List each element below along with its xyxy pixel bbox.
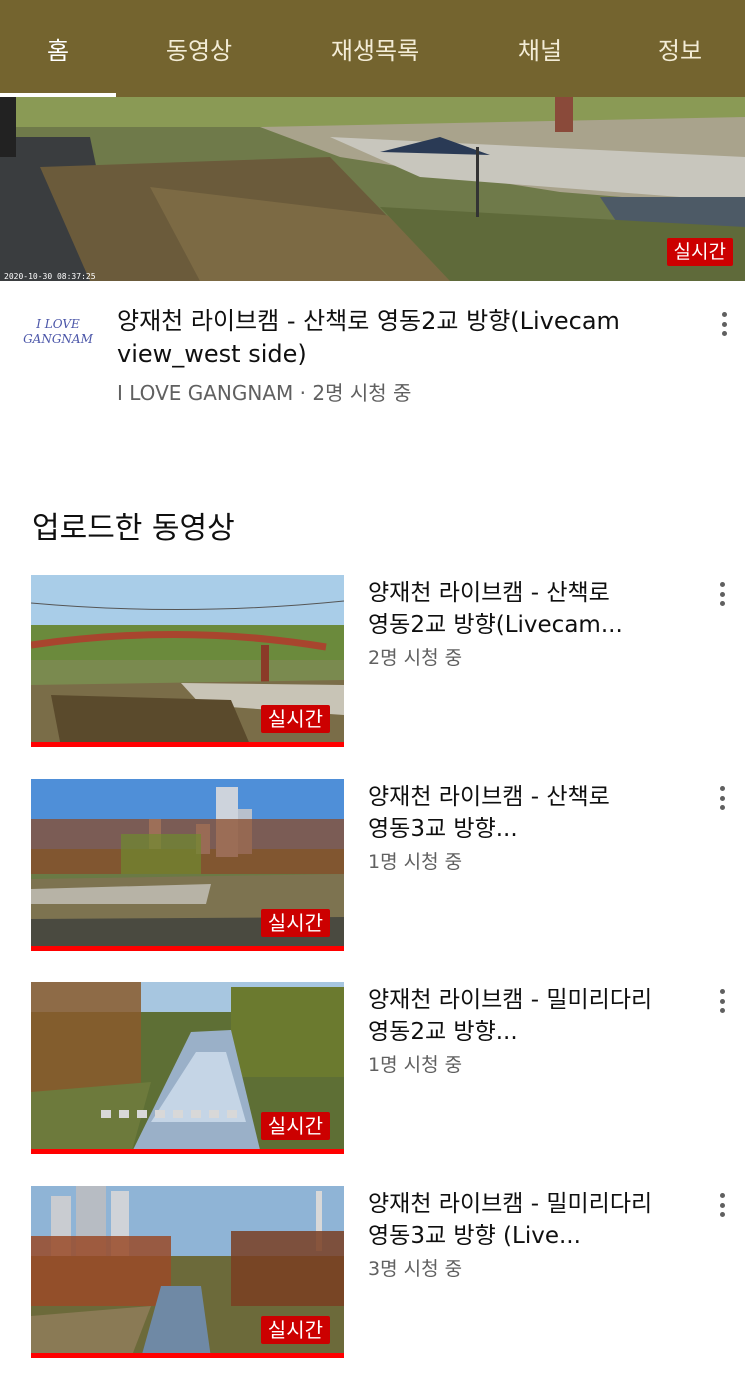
- live-progress-bar: [31, 1149, 344, 1154]
- featured-video-title[interactable]: 양재천 라이브캠 - 산책로 영동2교 방향(Livecam view_west…: [117, 305, 687, 371]
- featured-video-thumbnail[interactable]: 실시간 2020-10-30 08:37:25: [0, 97, 745, 281]
- video-thumbnail[interactable]: 실시간: [31, 779, 344, 951]
- viewer-count: 1명 시청 중: [368, 1054, 463, 1076]
- video-title-line1: 양재천 라이브캠 - 산책로: [368, 580, 610, 606]
- video-title-line1: 양재천 라이브캠 - 밀미리다리: [368, 987, 653, 1013]
- live-badge: 실시간: [260, 1112, 330, 1140]
- video-title-line2: 영동3교 방향...: [368, 816, 518, 842]
- video-title-line1: 양재천 라이브캠 - 밀미리다리: [368, 1191, 653, 1217]
- more-vert-icon[interactable]: [710, 579, 734, 609]
- section-title: 업로드한 동영상: [32, 511, 235, 546]
- channel-tab-bar: 홈 동영상 재생목록 채널 정보: [0, 0, 745, 97]
- live-progress-bar: [31, 946, 344, 951]
- video-thumbnail[interactable]: 실시간: [31, 1186, 344, 1358]
- list-item[interactable]: 실시간 양재천 라이브캠 - 산책로 영동3교 방향... 1명 시청 중: [0, 779, 745, 959]
- featured-thumbnail-image: [0, 97, 745, 281]
- camera-timestamp: 2020-10-30 08:37:25: [4, 272, 96, 281]
- featured-video-details: I LOVE GANGNAM 양재천 라이브캠 - 산책로 영동2교 방향(Li…: [0, 281, 745, 431]
- list-item[interactable]: 실시간 양재천 라이브캠 - 산책로 영동2교 방향(Livecam... 2명…: [0, 575, 745, 755]
- video-title-line2: 영동2교 방향...: [368, 1019, 518, 1045]
- live-badge: 실시간: [666, 238, 733, 266]
- video-title[interactable]: 양재천 라이브캠 - 밀미리다리 영동3교 방향 (Live...: [368, 1188, 698, 1252]
- video-title[interactable]: 양재천 라이브캠 - 산책로 영동3교 방향...: [368, 781, 698, 845]
- video-thumbnail[interactable]: 실시간: [31, 982, 344, 1154]
- live-progress-bar: [31, 742, 344, 747]
- avatar-text-line2: GANGNAM: [23, 332, 93, 346]
- live-badge: 실시간: [260, 705, 330, 733]
- video-title-line2: 영동2교 방향(Livecam...: [368, 612, 623, 638]
- viewer-count: 1명 시청 중: [368, 851, 463, 873]
- featured-video-subtitle: I LOVE GANGNAM · 2명 시청 중: [117, 381, 412, 405]
- list-item[interactable]: 실시간 양재천 라이브캠 - 밀미리다리 영동3교 방향 (Live... 3명…: [0, 1186, 745, 1366]
- featured-title-line2: view_west side): [117, 340, 307, 368]
- list-item[interactable]: 실시간 양재천 라이브캠 - 밀미리다리 영동2교 방향... 1명 시청 중: [0, 982, 745, 1162]
- tab-playlists[interactable]: 재생목록: [305, 0, 445, 97]
- viewer-count: 2명 시청 중: [368, 647, 463, 669]
- avatar-text-line1: I LOVE: [36, 317, 80, 331]
- live-progress-bar: [31, 1353, 344, 1358]
- more-vert-icon[interactable]: [710, 1190, 734, 1220]
- tab-home[interactable]: 홈: [0, 0, 116, 97]
- more-vert-icon[interactable]: [710, 783, 734, 813]
- viewer-count: 3명 시청 중: [368, 1258, 463, 1280]
- tab-videos[interactable]: 동영상: [135, 0, 263, 97]
- video-thumbnail[interactable]: 실시간: [31, 575, 344, 747]
- video-title[interactable]: 양재천 라이브캠 - 밀미리다리 영동2교 방향...: [368, 984, 698, 1048]
- more-vert-icon[interactable]: [712, 309, 736, 339]
- video-title-line1: 양재천 라이브캠 - 산책로: [368, 784, 610, 810]
- video-title[interactable]: 양재천 라이브캠 - 산책로 영동2교 방향(Livecam...: [368, 577, 698, 641]
- live-badge: 실시간: [260, 909, 330, 937]
- tab-channels[interactable]: 채널: [490, 0, 590, 97]
- more-vert-icon[interactable]: [710, 986, 734, 1016]
- tab-about[interactable]: 정보: [630, 0, 730, 97]
- live-badge: 실시간: [260, 1316, 330, 1344]
- video-title-line2: 영동3교 방향 (Live...: [368, 1223, 581, 1249]
- featured-title-line1: 양재천 라이브캠 - 산책로 영동2교 방향(Livecam: [117, 307, 620, 335]
- channel-avatar[interactable]: I LOVE GANGNAM: [22, 317, 94, 357]
